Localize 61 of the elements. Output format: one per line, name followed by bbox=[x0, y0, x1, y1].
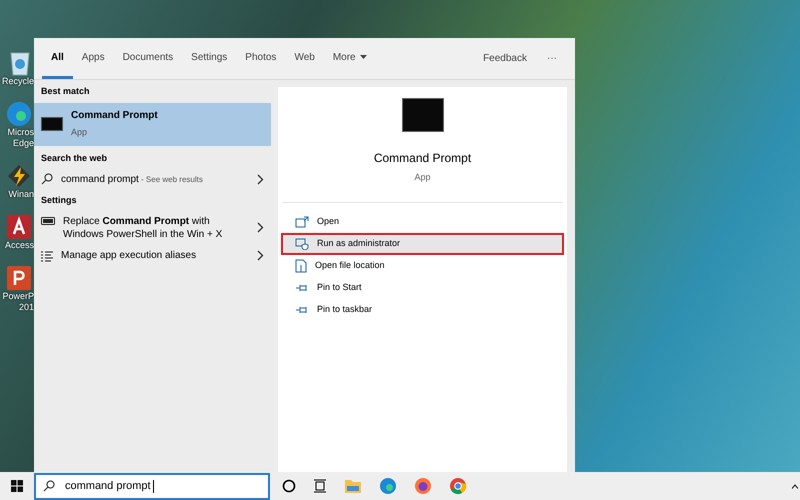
result-title: Command Prompt bbox=[71, 109, 158, 124]
action-item[interactable]: Open bbox=[281, 210, 564, 232]
section-heading: Best match bbox=[40, 85, 91, 98]
desktop-icon-label[interactable]: Access bbox=[0, 240, 34, 251]
desktop-icon-label[interactable]: Recycle bbox=[0, 76, 34, 87]
lightning-icon bbox=[6, 163, 32, 189]
shield-window-icon bbox=[295, 238, 309, 250]
folder-icon bbox=[295, 258, 307, 272]
tab[interactable]: All bbox=[42, 38, 73, 79]
section-heading: Settings bbox=[40, 194, 78, 207]
detail-title: Command Prompt bbox=[374, 150, 472, 167]
task-view-icon[interactable] bbox=[313, 479, 327, 493]
tab[interactable]: Apps bbox=[72, 38, 114, 79]
open-window-icon bbox=[295, 216, 309, 228]
settings-item-text: Manage app execution aliases bbox=[61, 249, 198, 262]
feedback-button[interactable]: Feedback bbox=[473, 38, 537, 79]
edge-icon bbox=[6, 101, 32, 127]
settings-item[interactable]: Manage app execution aliases bbox=[34, 244, 271, 266]
settings-item[interactable]: Replace Command Prompt with Windows PowerShell in the Win + X bbox=[34, 210, 271, 244]
edge-icon[interactable] bbox=[379, 477, 397, 495]
pin-icon bbox=[295, 282, 309, 292]
desktop-icon-label[interactable]: Micros Edge bbox=[0, 127, 34, 149]
windows-logo-icon[interactable] bbox=[11, 480, 23, 492]
web-search-item[interactable]: command prompt - See web results bbox=[34, 168, 271, 190]
powerpoint-icon bbox=[6, 265, 32, 291]
terminal-icon bbox=[402, 98, 444, 132]
firefox-icon[interactable] bbox=[414, 477, 432, 495]
chrome-icon[interactable] bbox=[449, 477, 467, 495]
pin-icon bbox=[295, 304, 309, 314]
toggle-icon bbox=[41, 216, 55, 224]
section-heading: Search the web bbox=[40, 152, 108, 164]
search-icon bbox=[43, 480, 55, 492]
tab[interactable]: Settings bbox=[182, 38, 236, 79]
settings-item-text: Replace Command Prompt with Windows PowerShell in the Win + X bbox=[63, 214, 224, 240]
search-field[interactable]: command prompt bbox=[34, 472, 270, 500]
caret-up-icon[interactable] bbox=[792, 484, 798, 488]
search-icon bbox=[41, 173, 53, 185]
recycle-bin-icon bbox=[8, 50, 32, 76]
action-item[interactable]: Pin to Start bbox=[281, 276, 564, 298]
action-item[interactable]: Run as administrator bbox=[281, 232, 564, 254]
terminal-icon bbox=[41, 117, 63, 131]
list-icon bbox=[41, 250, 53, 262]
web-search-text: command prompt - See web results bbox=[61, 172, 204, 186]
chevron-right-icon bbox=[257, 174, 264, 184]
circle-icon[interactable] bbox=[282, 479, 296, 493]
action-item[interactable]: Pin to taskbar bbox=[281, 298, 564, 320]
tab[interactable]: Web bbox=[285, 38, 324, 79]
desktop-icon-label[interactable]: PowerP 201 bbox=[0, 291, 34, 313]
chevron-right-icon bbox=[257, 222, 264, 233]
access-icon bbox=[6, 214, 32, 240]
best-match-item[interactable]: Command Prompt App bbox=[34, 102, 271, 146]
more-options-button[interactable]: ··· bbox=[537, 38, 567, 79]
chevron-right-icon bbox=[257, 250, 264, 261]
tab[interactable]: More bbox=[324, 38, 376, 79]
action-item[interactable]: Open file location bbox=[281, 254, 564, 276]
tab[interactable]: Photos bbox=[236, 38, 286, 79]
result-subtitle: App bbox=[71, 126, 88, 140]
detail-subtitle: App bbox=[414, 171, 430, 184]
tab[interactable]: Documents bbox=[114, 38, 182, 79]
desktop-icon-label[interactable]: Winan bbox=[0, 189, 34, 200]
folder-icon[interactable] bbox=[344, 478, 362, 494]
